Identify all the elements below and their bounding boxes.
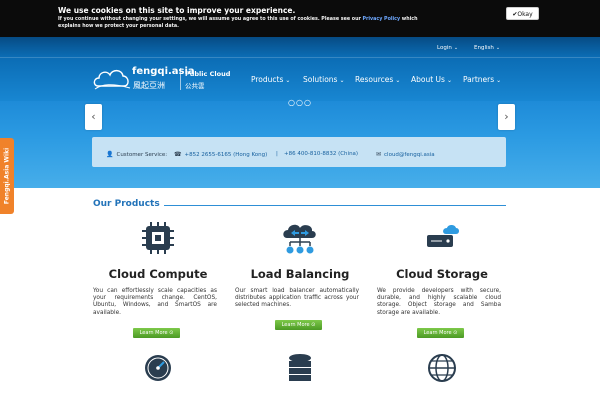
product-description: Our smart load balancer automatically di… [235, 288, 359, 309]
slider-next-button[interactable]: › [498, 104, 515, 130]
cs-phone-cn-text: +86 400-810-8832 (China) [284, 151, 359, 157]
chevron-down-icon: ⌄ [339, 77, 345, 84]
chevron-down-icon: ⌄ [495, 45, 501, 51]
load-balancer-icon [283, 224, 316, 254]
okay-label: Okay [517, 11, 533, 18]
nav-resources[interactable]: Resources ⌄ [355, 75, 400, 84]
logo-name-cn: 風起亞洲 [133, 81, 165, 90]
phone-icon: ☎ [174, 151, 182, 158]
cs-label-text: Customer Service: [116, 152, 168, 158]
chevron-down-icon: ⌄ [285, 77, 291, 84]
login-label: Login [437, 45, 452, 51]
arrow-circle-icon: ⊙ [169, 330, 174, 336]
cloud-logo-icon [93, 69, 131, 90]
wiki-tab-label: Fengqi.Asia Wiki [3, 147, 11, 205]
cs-phone-cn[interactable]: +86 400-810-8832 (China) [284, 151, 358, 157]
slider-dots[interactable]: ○○○ [288, 98, 312, 107]
privacy-policy-link[interactable]: Privacy Policy [363, 17, 401, 22]
product-name: Cloud Storage [396, 267, 488, 281]
header-divider [0, 57, 600, 58]
slider-prev-button[interactable]: ‹ [85, 104, 102, 130]
section-title: Our Products [93, 199, 160, 209]
language-label: English [474, 45, 494, 51]
section-divider [164, 205, 506, 206]
product-description: You can effortlessly scale capacities as… [93, 288, 217, 316]
database-icon [289, 354, 311, 381]
language-select[interactable]: English ⌄ [474, 45, 500, 51]
nav-label: About Us [411, 75, 445, 84]
logo-separator [180, 68, 181, 90]
learn-more-label: Learn More [423, 330, 452, 336]
cookie-banner: We use cookies on this site to improve y… [0, 0, 600, 37]
learn-more-button[interactable]: Learn More ⊙ [275, 320, 322, 330]
learn-more-label: Learn More [281, 322, 310, 328]
person-icon: 👤 [106, 151, 114, 158]
globe-icon [428, 354, 456, 382]
cookie-okay-button[interactable]: ✔Okay [506, 7, 539, 20]
chevron-right-icon: › [504, 110, 509, 123]
nav-label: Products [251, 75, 284, 84]
storage-icon [427, 225, 459, 247]
envelope-icon: ✉ [376, 151, 382, 158]
nav-label: Solutions [303, 75, 338, 84]
nav-label: Resources [355, 75, 394, 84]
learn-more-button[interactable]: Learn More ⊙ [133, 328, 180, 338]
customer-service-bar: 👤 Customer Service: ☎ +852 2655-6165 (Hong… [92, 137, 506, 167]
chevron-down-icon: ⌄ [496, 77, 502, 84]
learn-more-label: Learn More [139, 330, 168, 336]
product-name: Load Balancing [250, 267, 350, 281]
cs-email-text: cloud@fengqi.asia [384, 152, 435, 158]
product-description: We provide developers with secure, durab… [377, 288, 501, 316]
speedometer-icon [145, 355, 171, 381]
login-link[interactable]: Login ⌄ [437, 45, 458, 51]
nav-about-us[interactable]: About Us ⌄ [411, 75, 452, 84]
cpu-icon [142, 222, 174, 254]
cs-label: 👤 Customer Service: [106, 151, 167, 158]
cs-phone-hk-text: +852 2655-6165 (Hong Kong) [184, 152, 268, 158]
cs-separator: | [276, 151, 278, 157]
chevron-down-icon: ⌄ [446, 77, 452, 84]
site-header [0, 37, 600, 107]
wiki-tab[interactable]: Fengqi.Asia Wiki [0, 138, 14, 214]
arrow-circle-icon: ⊙ [311, 322, 316, 328]
nav-partners[interactable]: Partners ⌄ [463, 75, 501, 84]
cookie-title: We use cookies on this site to improve y… [58, 6, 296, 15]
site-logo[interactable]: fengqi.asia 風起亞洲 Public Cloud 公共雲 [92, 62, 242, 94]
chevron-down-icon: ⌄ [453, 45, 459, 51]
cookie-text: If you continue without changing your se… [58, 16, 438, 30]
nav-products[interactable]: Products ⌄ [251, 75, 290, 84]
cs-email[interactable]: ✉ cloud@fengqi.asia [376, 151, 435, 158]
logo-product-cn: 公共雲 [185, 82, 205, 90]
product-name: Cloud Compute [108, 267, 208, 281]
nav-label: Partners [463, 75, 495, 84]
learn-more-button[interactable]: Learn More ⊙ [417, 328, 464, 338]
arrow-circle-icon: ⊙ [453, 330, 458, 336]
cookie-text-before: If you continue without changing your se… [58, 17, 363, 22]
chevron-down-icon: ⌄ [395, 77, 401, 84]
cs-phone-hk[interactable]: ☎ +852 2655-6165 (Hong Kong) [174, 151, 267, 158]
logo-product: Public Cloud [185, 70, 231, 78]
nav-solutions[interactable]: Solutions ⌄ [303, 75, 345, 84]
chevron-left-icon: ‹ [91, 110, 96, 123]
